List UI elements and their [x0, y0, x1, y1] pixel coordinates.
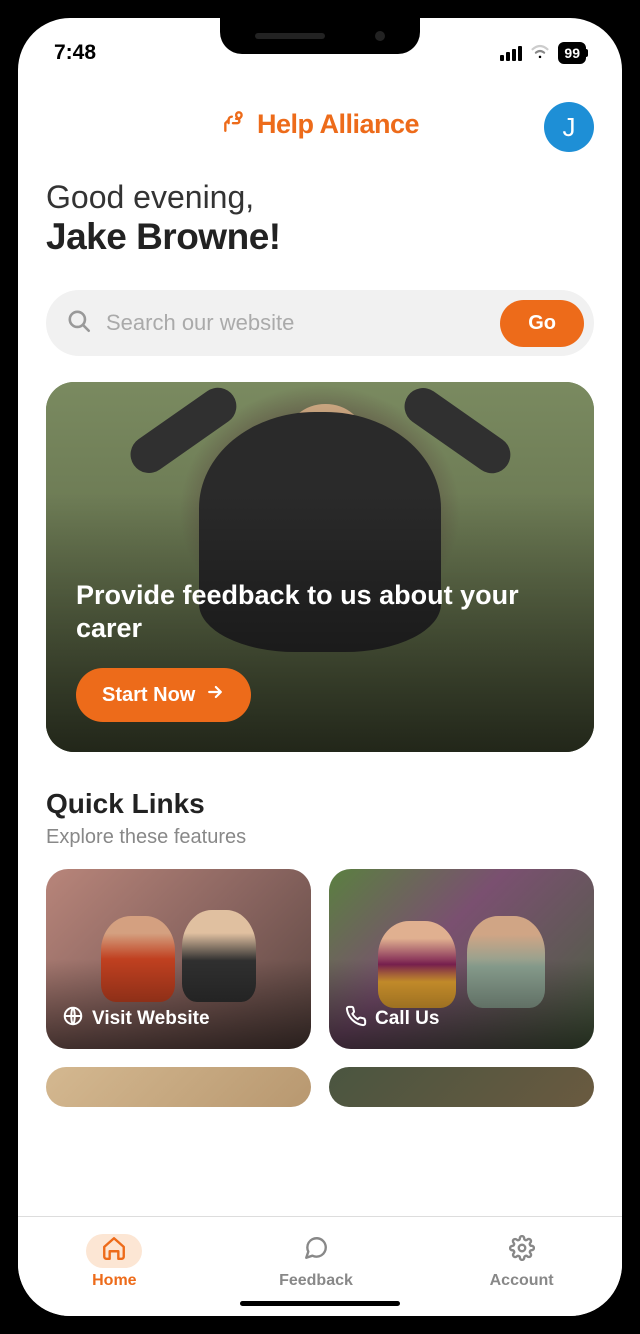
quick-link-label: Call Us [375, 1008, 439, 1030]
home-indicator[interactable] [240, 1301, 400, 1306]
main-content: Help Alliance J Good evening, Jake Brown… [18, 74, 622, 1216]
screen: 7:48 99 Help Alliance J Goo [18, 18, 622, 1316]
quick-links-title: Quick Links [46, 788, 594, 820]
battery-indicator: 99 [558, 42, 586, 64]
globe-icon [62, 1005, 84, 1033]
avatar[interactable]: J [544, 102, 594, 152]
chat-icon [303, 1235, 329, 1266]
nav-account[interactable]: Account [490, 1234, 554, 1290]
search-go-button[interactable]: Go [500, 300, 584, 347]
device-frame: 7:48 99 Help Alliance J Goo [0, 0, 640, 1334]
phone-icon [345, 1005, 367, 1033]
arrow-right-icon [205, 682, 225, 708]
gear-icon [509, 1235, 535, 1266]
nav-label: Feedback [279, 1272, 353, 1290]
search-bar[interactable]: Go [46, 290, 594, 356]
quick-links-section: Quick Links Explore these features Visit… [46, 788, 594, 1107]
notch [220, 18, 420, 54]
search-icon [66, 308, 92, 339]
app-name-label: Help Alliance [257, 109, 419, 140]
nav-label: Account [490, 1272, 554, 1290]
home-icon [101, 1235, 127, 1266]
search-input[interactable] [106, 310, 486, 336]
quick-link-visit-website[interactable]: Visit Website [46, 869, 311, 1049]
quick-link-card-partial[interactable] [329, 1067, 594, 1107]
status-time: 7:48 [54, 41, 96, 65]
quick-link-card-partial[interactable] [46, 1067, 311, 1107]
wifi-icon [530, 41, 550, 65]
quick-links-subtitle: Explore these features [46, 826, 594, 849]
hero-feedback-card[interactable]: Provide feedback to us about your carer … [46, 382, 594, 752]
nav-feedback[interactable]: Feedback [279, 1234, 353, 1290]
signal-icon [500, 46, 522, 61]
quick-link-call-us[interactable]: Call Us [329, 869, 594, 1049]
start-now-label: Start Now [102, 684, 195, 707]
nav-label: Home [92, 1272, 136, 1290]
greeting: Good evening, Jake Browne! [46, 179, 594, 258]
start-now-button[interactable]: Start Now [76, 668, 251, 722]
nav-home[interactable]: Home [86, 1234, 142, 1290]
quick-link-label: Visit Website [92, 1008, 210, 1030]
app-title: Help Alliance [221, 108, 419, 141]
hand-heart-icon [221, 108, 247, 141]
app-header: Help Alliance J [46, 74, 594, 169]
greeting-line2: Jake Browne! [46, 216, 594, 258]
greeting-line1: Good evening, [46, 179, 594, 216]
hero-text: Provide feedback to us about your carer [76, 579, 564, 647]
